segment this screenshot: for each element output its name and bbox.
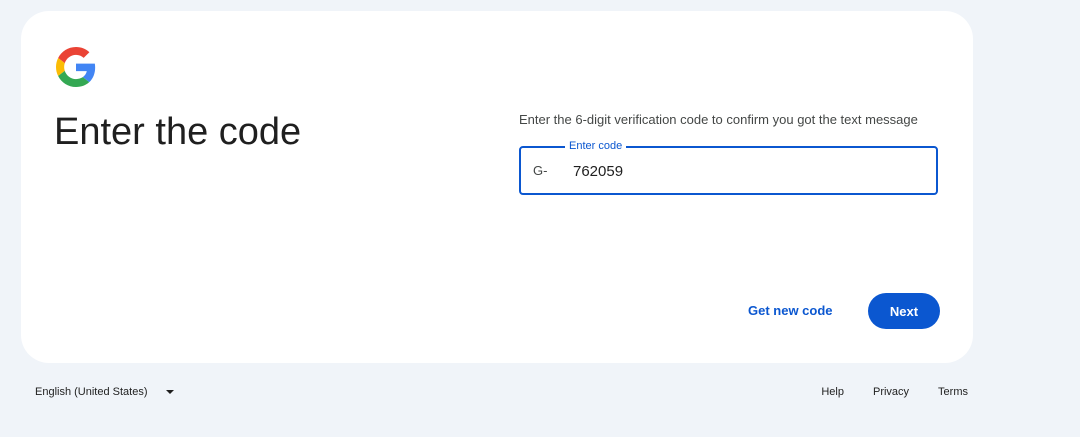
help-link[interactable]: Help — [821, 386, 844, 398]
code-field-label: Enter code — [565, 139, 627, 153]
language-selector[interactable]: English (United States) — [27, 380, 182, 404]
language-label: English (United States) — [35, 386, 148, 398]
code-prefix: G- — [533, 163, 548, 178]
instructions-text: Enter the 6-digit verification code to c… — [519, 112, 918, 127]
caret-down-icon — [165, 390, 174, 394]
footer: English (United States) Help Privacy Ter… — [0, 380, 1080, 404]
page-title: Enter the code — [54, 111, 302, 153]
footer-links: Help Privacy Terms — [792, 380, 968, 404]
get-new-code-button[interactable]: Get new code — [738, 293, 843, 329]
next-button[interactable]: Next — [868, 293, 940, 329]
verification-code-input[interactable] — [573, 158, 873, 184]
sign-in-card: Enter the code Enter the 6-digit verific… — [21, 11, 973, 363]
privacy-link[interactable]: Privacy — [873, 386, 909, 398]
terms-link[interactable]: Terms — [938, 386, 968, 398]
verification-code-field[interactable]: Enter code G- — [519, 139, 938, 195]
google-logo-icon — [56, 47, 96, 87]
